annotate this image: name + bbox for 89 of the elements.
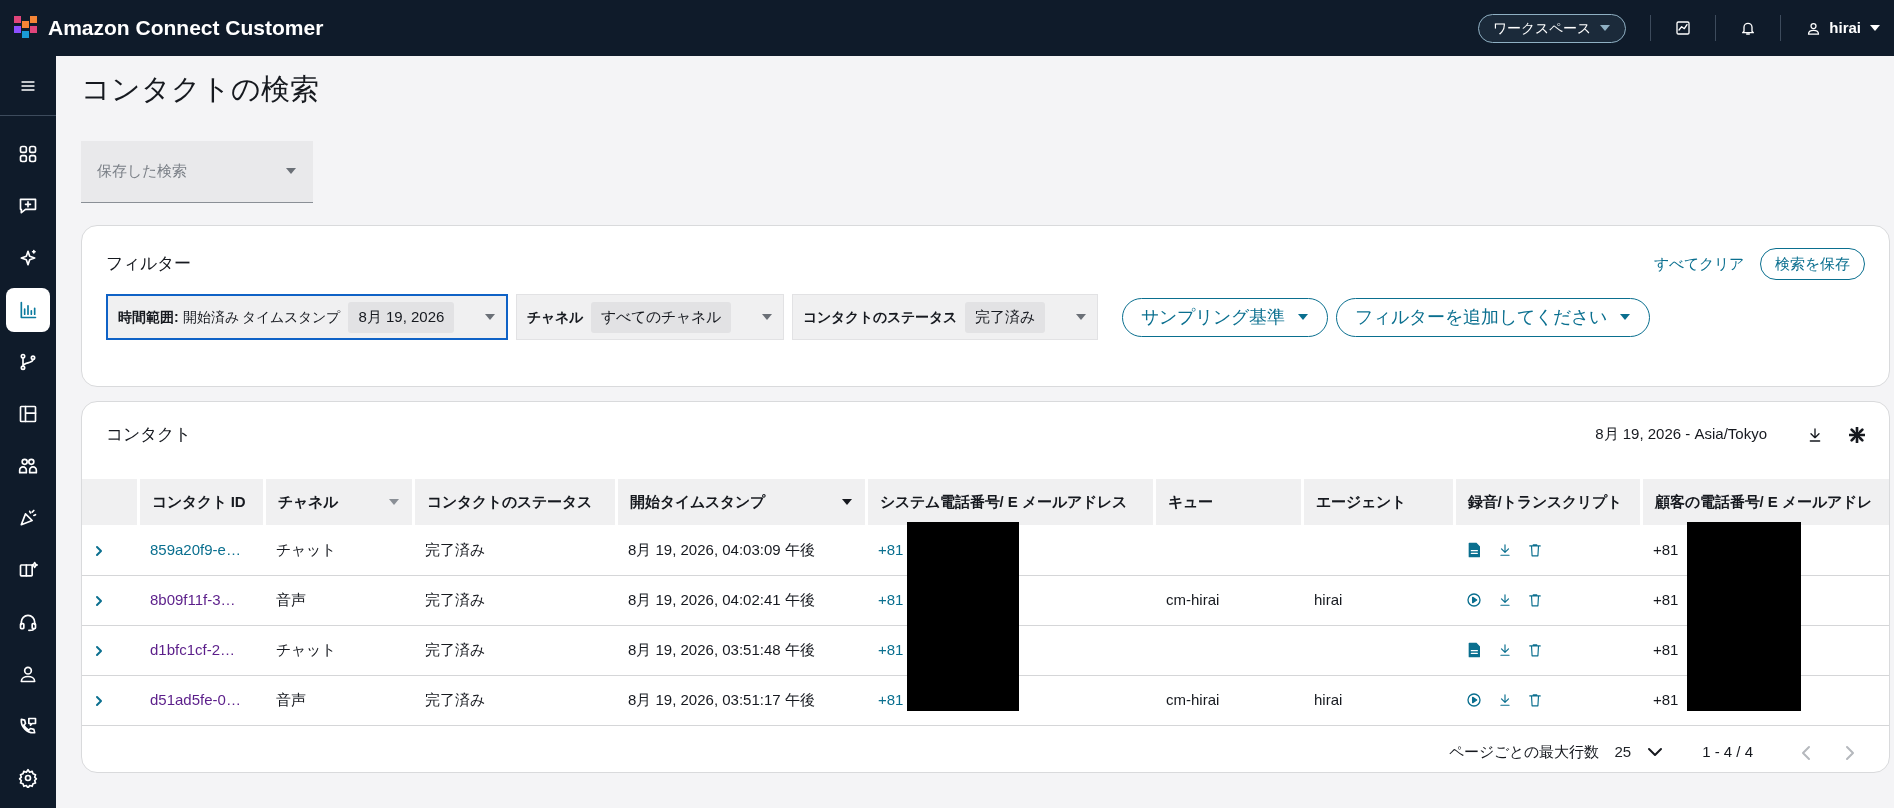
table-cell: 8月 19, 2026, 04:02:41 午後: [616, 575, 866, 626]
filter-chip[interactable]: 時間範囲: 開始済み タイムスタンプ 8月 19, 2026: [106, 294, 509, 341]
caret-icon: [387, 498, 400, 507]
column-header[interactable]: システム電話番号/ E メールアドレス: [866, 479, 1154, 526]
filter-chip[interactable]: コンタクトのステータス 完了済み: [792, 294, 1099, 341]
column-header[interactable]: 顧客の電話番号/ E メールアドレ: [1641, 479, 1889, 526]
user-icon: [1806, 20, 1822, 36]
table-cell: cm-hirai: [1154, 675, 1302, 726]
table-cell: 完了済み: [413, 575, 616, 626]
trash-icon[interactable]: [1528, 592, 1542, 609]
product-name: Amazon Connect Customer: [48, 15, 324, 42]
party-icon[interactable]: [18, 508, 38, 528]
table-cell: 音声: [264, 575, 413, 626]
chart-icon[interactable]: [1675, 20, 1692, 36]
people-icon[interactable]: [18, 456, 38, 476]
contact-id-link[interactable]: 8b09f11f-3…: [150, 591, 236, 609]
table-cell: チャット: [264, 625, 413, 676]
save-search-button[interactable]: 検索を保存: [1760, 247, 1865, 281]
expand-icon[interactable]: [94, 645, 104, 658]
user-menu[interactable]: hirai: [1805, 15, 1882, 41]
column-header[interactable]: キュー: [1154, 479, 1302, 526]
column-header[interactable]: エージェント: [1302, 479, 1454, 526]
column-header[interactable]: コンタクトのステータス: [413, 479, 616, 526]
panel-title: フィルター: [106, 253, 192, 276]
phone-link[interactable]: +81: [878, 591, 904, 609]
table-cell: hirai: [1302, 575, 1454, 626]
layout-icon[interactable]: [18, 404, 38, 424]
filter-menu-button[interactable]: サンプリング基準: [1122, 297, 1329, 337]
caret-icon: [761, 313, 774, 322]
column-header[interactable]: コンタクト ID: [138, 479, 264, 526]
expand-icon[interactable]: [94, 595, 104, 608]
table-cell: hirai: [1302, 675, 1454, 726]
date-range: 8月 19, 2026 - Asia/Tokyo: [1595, 424, 1767, 445]
caret-icon: [484, 313, 497, 322]
document-icon[interactable]: [1466, 642, 1482, 659]
table-cell: 8月 19, 2026, 03:51:48 午後: [616, 625, 866, 676]
chat-icon[interactable]: [18, 196, 38, 216]
caret-icon: [1869, 24, 1881, 32]
chevron-down-icon: [1647, 747, 1664, 758]
panel-title: コンタクト: [106, 423, 192, 446]
phone-chat-icon[interactable]: [18, 716, 38, 736]
headset-icon[interactable]: [18, 612, 38, 632]
phone-link[interactable]: +81: [878, 691, 904, 709]
grid-icon[interactable]: [18, 144, 38, 164]
contact-id-link[interactable]: 859a20f9-e…: [150, 540, 241, 558]
table-cell: 完了済み: [413, 675, 616, 726]
caret-icon: [285, 167, 297, 176]
card-icon[interactable]: [18, 560, 38, 580]
table-cell: チャット: [264, 525, 413, 576]
phone-link[interactable]: +81: [878, 641, 904, 659]
trash-icon[interactable]: [1528, 642, 1542, 659]
table-cell: 完了済み: [413, 525, 616, 576]
contact-id-link[interactable]: d1bfc1cf-2…: [150, 641, 236, 659]
rows-per-page-select[interactable]: 25: [1613, 739, 1665, 765]
phone-link[interactable]: +81: [878, 540, 904, 558]
caret-icon: [1297, 313, 1310, 322]
branch-icon[interactable]: [18, 352, 38, 372]
download-icon[interactable]: [1807, 426, 1823, 443]
document-icon[interactable]: [1466, 542, 1482, 559]
sparkle-icon[interactable]: [18, 248, 38, 268]
clear-all-link[interactable]: すべてクリア: [1654, 252, 1744, 276]
trash-icon[interactable]: [1528, 692, 1542, 709]
filter-chip[interactable]: チャネル すべてのチャネル: [516, 294, 785, 341]
table-cell: 8月 19, 2026, 03:51:17 午後: [616, 675, 866, 726]
column-header[interactable]: 録音/トランスクリプト: [1454, 479, 1641, 526]
caret-icon: [1075, 313, 1088, 322]
workspace-button[interactable]: ワークスペース: [1478, 13, 1627, 43]
table-cell: 完了済み: [413, 625, 616, 676]
expand-icon[interactable]: [94, 695, 104, 708]
chevron-right-icon: [1845, 744, 1855, 761]
bar-chart-icon[interactable]: [18, 300, 38, 320]
chevron-left-icon: [1801, 744, 1811, 761]
table-cell: 8月 19, 2026, 04:03:09 午後: [616, 525, 866, 576]
play-icon[interactable]: [1466, 692, 1482, 709]
play-icon[interactable]: [1466, 592, 1482, 609]
page-range: 1 - 4 / 4: [1702, 741, 1753, 762]
trash-icon[interactable]: [1528, 542, 1542, 559]
person-icon[interactable]: [18, 664, 38, 684]
table-cell: cm-hirai: [1154, 575, 1302, 626]
caret-icon: [1619, 313, 1632, 322]
filter-menu-button[interactable]: フィルターを追加してください: [1336, 297, 1651, 337]
contact-id-link[interactable]: d51ad5fe-0…: [150, 691, 241, 709]
table-cell: 音声: [264, 675, 413, 726]
sort-icon: [840, 498, 853, 507]
page-title: コンタクトの検索: [81, 72, 320, 107]
bell-icon[interactable]: [1740, 20, 1757, 36]
caret-icon: [1599, 24, 1612, 32]
expand-icon[interactable]: [94, 544, 104, 557]
rows-per-page-label: ページごとの最大行数: [1449, 741, 1600, 762]
